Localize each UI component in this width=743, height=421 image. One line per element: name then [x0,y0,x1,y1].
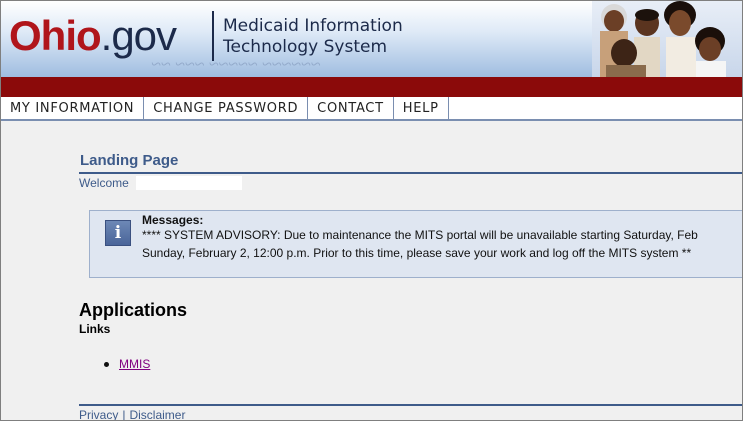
nav-help[interactable]: HELP [394,97,449,119]
welcome-user-name-redacted [136,176,242,190]
messages-panel: i Messages: **** SYSTEM ADVISORY: Due to… [89,210,742,278]
list-bullet [104,362,109,367]
mmis-link[interactable]: MMIS [119,357,150,371]
footer-divider [79,404,742,406]
nav-change-password[interactable]: CHANGE PASSWORD [144,97,309,119]
privacy-link[interactable]: Privacy [79,408,118,420]
page-title: Landing Page [80,152,179,169]
logo-divider [212,11,214,61]
system-name-line1: Medicaid Information [223,16,403,36]
nav-contact[interactable]: CONTACT [308,97,394,119]
top-nav: MY INFORMATION CHANGE PASSWORD CONTACT H… [1,97,742,121]
footer-separator: | [122,408,126,421]
welcome-label: Welcome [79,176,129,190]
logo-gov: .gov [100,12,177,59]
logo-ohio: Ohio [9,12,102,59]
links-label: Links [79,322,111,336]
info-icon: i [105,220,131,246]
browser-page: ~~ ~~~ ~~~~~ ~~~~~~ Ohio.gov Medicaid In… [0,0,743,421]
title-divider [79,172,742,174]
header-red-band [1,77,742,97]
nav-my-information[interactable]: MY INFORMATION [1,97,145,119]
ohio-gov-logo[interactable]: Ohio.gov [9,12,177,59]
disclaimer-link[interactable]: Disclaimer [129,408,185,420]
system-advisory-line2: Sunday, February 2, 12:00 p.m. Prior to … [142,246,692,260]
system-advisory-line1: **** SYSTEM ADVISORY: Due to maintenance… [142,228,698,242]
messages-heading: Messages: [142,213,204,227]
family-photo [592,1,742,77]
footer-links: Privacy | Disclaimer [79,408,185,421]
system-name: Medicaid Information Technology System [223,16,403,58]
system-name-line2: Technology System [223,37,388,57]
applications-heading: Applications [79,300,188,320]
site-header: ~~ ~~~ ~~~~~ ~~~~~~ Ohio.gov Medicaid In… [1,1,742,77]
